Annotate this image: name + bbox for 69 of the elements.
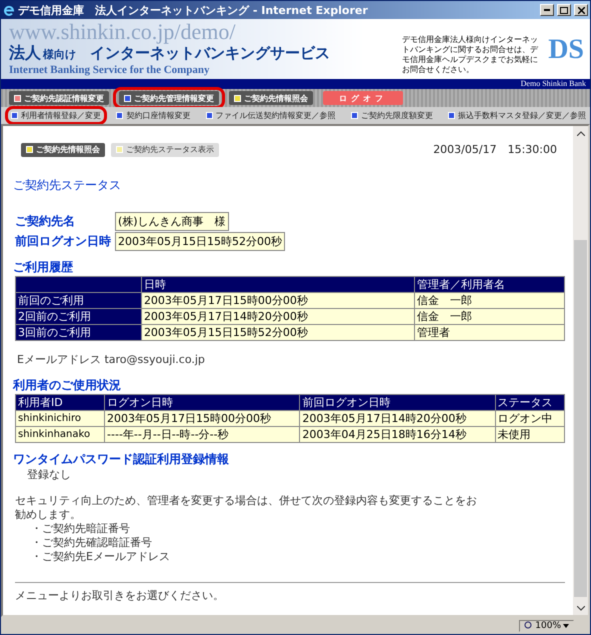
current-datetime: 2003/05/17 15:30:00: [433, 142, 557, 157]
menu-link[interactable]: 振込手数料マスタ登録／変更／参照: [448, 110, 586, 121]
table-cell: 管理者: [414, 324, 564, 340]
help-notice: デモ信用金庫法人様向けインターネットバンキングに関するお問合せは、デモ信用金庫ヘルプデスクまでお気軽にお問合せください。: [402, 35, 540, 76]
logo: DS: [548, 34, 584, 66]
column-header: 日時: [141, 276, 414, 292]
table-cell: 2003年05月17日15時00分00秒: [141, 292, 414, 308]
row-header: 3回前のご利用: [16, 324, 142, 340]
table-cell: 2003年05月17日15時00分00秒: [104, 410, 300, 426]
otp-status: 登録なし: [27, 468, 72, 482]
table-cell: 未使用: [495, 426, 564, 442]
section-title: ワンタイムパスワード認証利用登録情報: [13, 451, 230, 468]
table-cell: shinkinhanako: [16, 426, 105, 442]
list-item: ・ご契約先Eメールアドレス: [31, 550, 171, 564]
page-title: ご契約先ステータス: [13, 177, 122, 194]
banner-title: インターネットバンキングサービス: [90, 44, 330, 63]
browser-icon: [3, 4, 15, 16]
table-cell: 2003年05月15日15時52分00秒: [141, 324, 414, 340]
menu-button[interactable]: ご契約先管理情報変更: [119, 91, 219, 105]
table-cell: 2003年04月25日18時16分14秒: [300, 426, 496, 442]
minimize-button[interactable]: [540, 4, 554, 16]
menu-link[interactable]: 契約口座情報変更: [116, 110, 190, 121]
scroll-thumb[interactable]: [574, 240, 587, 597]
table-cell: shinkinichiro: [16, 410, 105, 426]
field-label: ご契約先名: [15, 213, 76, 230]
maximize-button[interactable]: [557, 4, 571, 16]
email-text: Eメールアドレス taro@ssyouji.co.jp: [17, 353, 206, 367]
row-header: 前回のご利用: [16, 292, 142, 308]
section-title: 利用者のご使用状況: [13, 377, 122, 394]
table-cell: ログオン中: [495, 410, 564, 426]
row-header: 2回前のご利用: [16, 308, 142, 324]
banner-title: 様向け: [43, 47, 76, 62]
zoom-control[interactable]: 100%: [519, 620, 574, 632]
list-item: ・ご契約先確認暗証番号: [31, 536, 153, 550]
column-header: 前回ログオン日時: [300, 394, 496, 410]
table-cell: 信金 一郎: [414, 308, 564, 324]
page-tab[interactable]: ご契約先情報照会: [21, 142, 105, 156]
table-cell: ----年--月--日--時--分--秒: [104, 426, 300, 442]
bank-name: Demo Shinkin Bank: [520, 79, 586, 89]
close-button[interactable]: [574, 4, 588, 16]
section-title: ご利用履歴: [13, 259, 74, 276]
column-header: ログオン日時: [104, 394, 300, 410]
column-header: ステータス: [495, 394, 564, 410]
table-cell: 2003年05月17日14時20分00秒: [300, 410, 496, 426]
list-item: ・ご契約先暗証番号: [31, 522, 131, 536]
banner-subtitle: Internet Banking Service for the Company: [9, 64, 211, 76]
table-cell: 信金 一郎: [414, 292, 564, 308]
menu-button[interactable]: ご契約先認証情報変更: [9, 91, 109, 105]
table-cell: 2003年05月17日14時20分00秒: [141, 308, 414, 324]
banner-title: 法人: [9, 43, 41, 64]
menu-link[interactable]: ご契約先限度額変更: [350, 110, 433, 121]
menu-link[interactable]: ファイル伝送契約情報変更／参照: [206, 110, 336, 121]
column-header: 管理者／利用者名: [414, 276, 564, 292]
security-notice: セキュリティ向上のため、管理者を変更する場合は、併せて次の登録内容も変更することをお勧めします。: [15, 494, 477, 522]
menu-link[interactable]: 利用者情報登録／変更: [11, 110, 101, 121]
menu-button[interactable]: ご契約先情報照会: [229, 91, 313, 105]
minimize-icon: [544, 9, 550, 11]
magnifier-icon: [524, 621, 534, 630]
field-label: 前回ログオン日時: [15, 233, 112, 250]
window-title: デモ信用金庫 法人インターネットバンキング - Internet Explorer: [18, 2, 369, 18]
footer-message: メニューよりお取引きをお選びください。: [15, 589, 225, 603]
page-tab[interactable]: ご契約先ステータス表示: [111, 142, 219, 156]
maximize-icon: [560, 6, 568, 14]
banner-url-text: www.shinkin.co.jp/demo/: [9, 21, 236, 43]
close-icon: [578, 6, 584, 14]
column-header: 利用者ID: [16, 394, 105, 410]
field-value: 2003年05月15日15時52分00秒: [115, 232, 285, 251]
caret-icon: [563, 624, 569, 628]
field-value: (株)しんきん商事 様: [115, 212, 229, 231]
